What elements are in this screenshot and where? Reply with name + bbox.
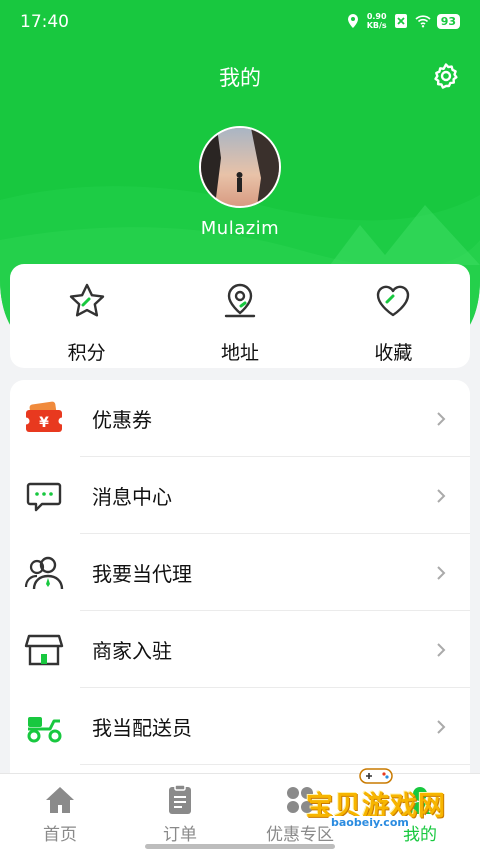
chevron-right-icon xyxy=(437,719,446,734)
menu-item-courier[interactable]: 我当配送员 xyxy=(10,688,470,765)
tab-label: 优惠专区 xyxy=(266,825,334,845)
page-title: 我的 xyxy=(219,66,261,90)
quick-action-label: 收藏 xyxy=(374,342,413,364)
wifi-icon xyxy=(415,15,431,28)
menu-item-label: 消息中心 xyxy=(92,485,172,509)
tab-profile[interactable]: 我的 xyxy=(360,774,480,853)
menu-item-merchant[interactable]: 商家入驻 xyxy=(10,611,470,688)
menu-item-agent[interactable]: 我要当代理 xyxy=(10,534,470,611)
chevron-right-icon xyxy=(437,642,446,657)
location-status-icon xyxy=(347,14,358,28)
username: Mulazim xyxy=(200,218,280,239)
menu-item-coupons[interactable]: ¥ 优惠券 xyxy=(10,380,470,457)
quick-action-points[interactable]: 积分 xyxy=(10,264,163,368)
chevron-right-icon xyxy=(437,565,446,580)
battery-level: 93 xyxy=(436,13,460,29)
quick-action-label: 地址 xyxy=(220,342,259,364)
avatar[interactable] xyxy=(199,126,281,208)
coupon-icon: ¥ xyxy=(24,399,64,439)
home-icon xyxy=(46,787,74,813)
sim-disabled-icon xyxy=(394,14,407,28)
menu-item-label: 优惠券 xyxy=(92,408,152,432)
tab-home[interactable]: 首页 xyxy=(0,774,120,853)
tab-discounts[interactable]: 优惠专区 xyxy=(240,774,360,853)
divider xyxy=(80,764,470,765)
menu-list: ¥ 优惠券 消息中心 我要当代理 商家入驻 我当配送员 xyxy=(10,380,470,800)
order-icon xyxy=(169,784,191,814)
store-icon xyxy=(24,630,64,670)
location-pin-icon xyxy=(224,283,256,318)
discount-icon xyxy=(287,787,313,813)
menu-item-label: 我要当代理 xyxy=(92,562,192,586)
tab-orders[interactable]: 订单 xyxy=(120,774,240,853)
message-icon xyxy=(24,476,64,516)
network-speed-unit: KB/s xyxy=(366,21,387,30)
status-time: 17:40 xyxy=(20,12,69,32)
tab-label: 首页 xyxy=(43,825,77,845)
quick-action-address[interactable]: 地址 xyxy=(163,264,316,368)
delivery-scooter-icon xyxy=(24,707,64,747)
quick-action-label: 积分 xyxy=(67,342,106,364)
network-speed-value: 0.90 xyxy=(366,12,387,21)
menu-item-messages[interactable]: 消息中心 xyxy=(10,457,470,534)
status-bar: 17:40 0.90 KB/s 93 xyxy=(0,0,480,44)
chevron-right-icon xyxy=(437,488,446,503)
agent-icon xyxy=(24,553,64,593)
star-icon xyxy=(69,283,104,317)
network-speed: 0.90 KB/s xyxy=(367,12,387,30)
heart-icon xyxy=(377,285,410,317)
tab-label: 我的 xyxy=(403,825,437,845)
menu-item-label: 商家入驻 xyxy=(92,639,172,663)
chevron-right-icon xyxy=(437,411,446,426)
bottom-tab-bar: 首页 订单 优惠专区 我的 xyxy=(0,773,480,853)
svg-text:¥: ¥ xyxy=(39,415,49,431)
status-indicators: 0.90 KB/s 93 xyxy=(345,12,460,30)
menu-item-label: 我当配送员 xyxy=(92,716,192,740)
profile-icon xyxy=(407,787,433,814)
gear-icon[interactable] xyxy=(432,62,460,90)
tab-label: 订单 xyxy=(163,825,197,845)
quick-actions-card: 积分 地址 收藏 xyxy=(10,264,470,368)
home-indicator[interactable] xyxy=(145,844,335,849)
quick-action-favorites[interactable]: 收藏 xyxy=(317,264,470,368)
